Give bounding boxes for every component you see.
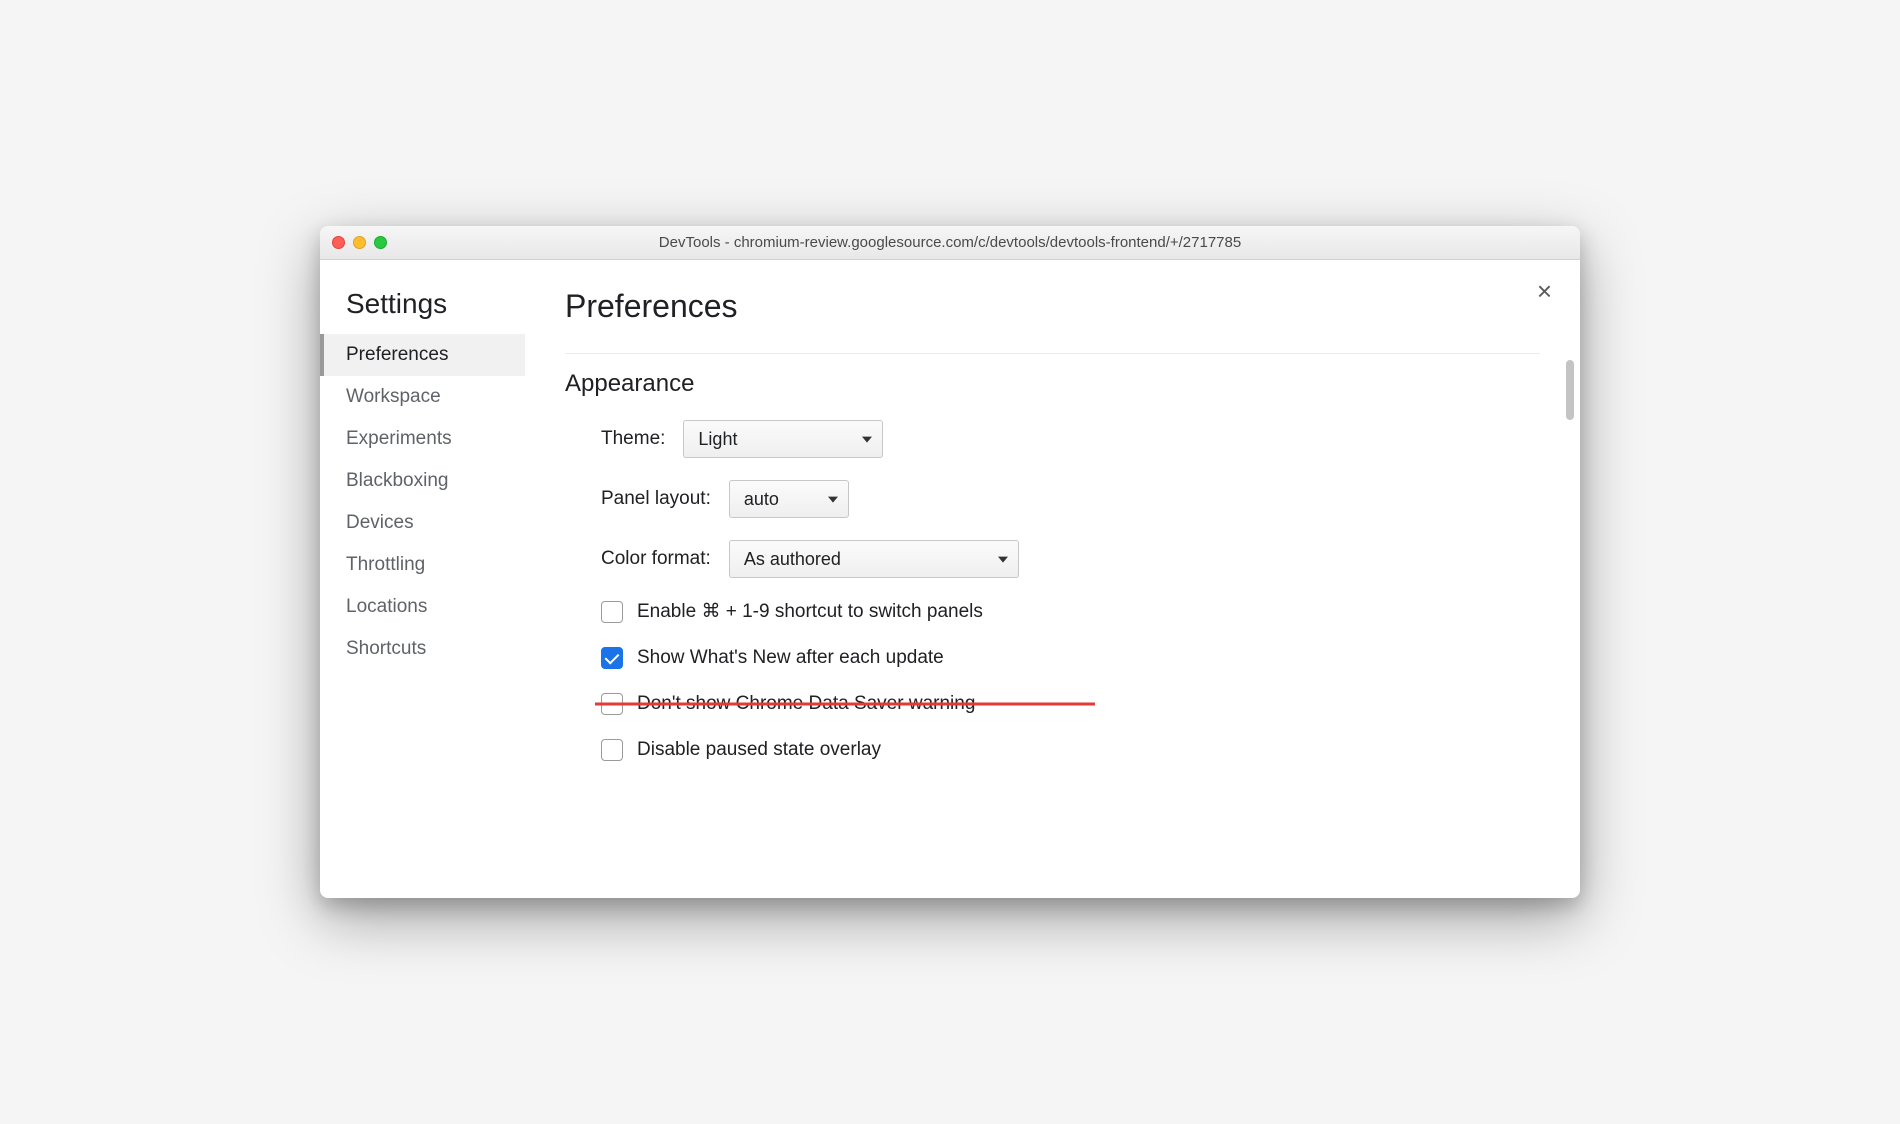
window: DevTools - chromium-review.googlesource.… <box>320 226 1580 898</box>
panel-layout-select[interactable]: auto <box>729 480 849 518</box>
checkbox-label: Enable ⌘ + 1-9 shortcut to switch panels <box>637 600 983 623</box>
color-format-value: As authored <box>744 549 841 570</box>
theme-select[interactable]: Light <box>683 420 883 458</box>
strikethrough-annotation <box>595 703 1095 706</box>
checkbox-data-saver-warning: Don't show Chrome Data Saver warning <box>601 693 1540 715</box>
sidebar-item-experiments[interactable]: Experiments <box>320 418 525 460</box>
sidebar-item-workspace[interactable]: Workspace <box>320 376 525 418</box>
main-panel: Preferences Appearance Theme: Light Pane… <box>525 260 1580 898</box>
traffic-lights <box>332 236 387 249</box>
content: × Settings Preferences Workspace Experim… <box>320 260 1580 898</box>
sidebar-item-throttling[interactable]: Throttling <box>320 544 525 586</box>
chevron-down-icon <box>862 437 872 443</box>
window-title: DevTools - chromium-review.googlesource.… <box>320 234 1580 251</box>
minimize-window-button[interactable] <box>353 236 366 249</box>
theme-value: Light <box>698 429 737 450</box>
checkbox-label: Disable paused state overlay <box>637 739 881 761</box>
panel-layout-row: Panel layout: auto <box>601 480 1540 518</box>
panel-layout-value: auto <box>744 489 779 510</box>
sidebar-item-locations[interactable]: Locations <box>320 586 525 628</box>
checkbox-label: Show What's New after each update <box>637 647 944 669</box>
checkbox-disable-paused-overlay: Disable paused state overlay <box>601 739 1540 761</box>
checkbox-input[interactable] <box>601 647 623 669</box>
close-window-button[interactable] <box>332 236 345 249</box>
sidebar-item-shortcuts[interactable]: Shortcuts <box>320 628 525 670</box>
sidebar-title: Settings <box>320 288 525 334</box>
panel-layout-label: Panel layout: <box>601 488 711 510</box>
theme-label: Theme: <box>601 428 665 450</box>
sidebar-item-preferences[interactable]: Preferences <box>320 334 525 376</box>
theme-row: Theme: Light <box>601 420 1540 458</box>
chevron-down-icon <box>828 497 838 503</box>
checkbox-enable-shortcut: Enable ⌘ + 1-9 shortcut to switch panels <box>601 600 1540 623</box>
maximize-window-button[interactable] <box>374 236 387 249</box>
checkbox-input[interactable] <box>601 739 623 761</box>
color-format-label: Color format: <box>601 548 711 570</box>
chevron-down-icon <box>998 557 1008 563</box>
checkbox-show-whats-new: Show What's New after each update <box>601 647 1540 669</box>
color-format-select[interactable]: As authored <box>729 540 1019 578</box>
color-format-row: Color format: As authored <box>601 540 1540 578</box>
sidebar: Settings Preferences Workspace Experimen… <box>320 260 525 898</box>
checkbox-input[interactable] <box>601 601 623 623</box>
sidebar-item-blackboxing[interactable]: Blackboxing <box>320 460 525 502</box>
page-title: Preferences <box>565 288 1540 325</box>
sidebar-item-devices[interactable]: Devices <box>320 502 525 544</box>
titlebar: DevTools - chromium-review.googlesource.… <box>320 226 1580 260</box>
section-appearance: Appearance <box>565 353 1540 398</box>
